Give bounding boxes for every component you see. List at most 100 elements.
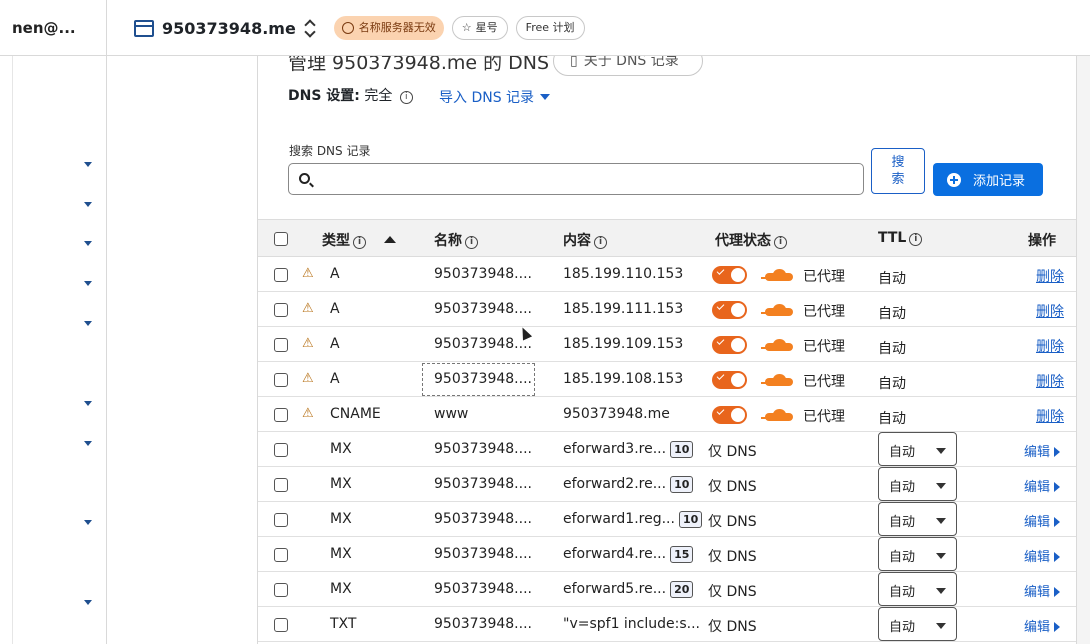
ttl-select[interactable]: 自动: [878, 502, 957, 536]
proxy-toggle[interactable]: [712, 371, 747, 389]
ttl-select[interactable]: 自动: [878, 537, 957, 571]
add-record-button[interactable]: 添加记录: [933, 163, 1043, 196]
warning-icon: ⚠: [302, 371, 314, 386]
info-icon[interactable]: i: [909, 233, 923, 246]
record-content-text: eforward2.re...: [563, 476, 667, 492]
delete-link[interactable]: 删除: [1036, 406, 1064, 426]
proxy-toggle[interactable]: [712, 266, 747, 284]
ttl-select[interactable]: 自动: [878, 467, 957, 501]
row-checkbox[interactable]: [274, 548, 288, 562]
record-name: 950373948....: [434, 266, 532, 282]
plan-badge[interactable]: Free 计划: [515, 16, 585, 40]
header-ttl-label: TTL: [878, 230, 907, 246]
import-dns-dropdown[interactable]: 导入 DNS 记录: [439, 87, 551, 107]
info-icon[interactable]: i: [594, 236, 607, 249]
sidebar-expand-icon[interactable]: [84, 600, 92, 605]
proxy-toggle[interactable]: [712, 336, 747, 354]
record-type: CNAME: [330, 406, 381, 422]
table-row[interactable]: ⚠ A 950373948.... 185.199.109.153 已代理 自动…: [258, 325, 1076, 362]
edit-link[interactable]: 编辑: [1024, 546, 1061, 565]
sidebar-expand-icon[interactable]: [84, 520, 92, 525]
edit-link[interactable]: 编辑: [1024, 511, 1061, 530]
info-icon[interactable]: i: [399, 91, 413, 104]
table-row[interactable]: TXT 950373948.... "v=spf1 include:s... 仅…: [258, 607, 1076, 642]
row-checkbox[interactable]: [274, 303, 288, 317]
star-button[interactable]: ☆ 星号: [451, 16, 508, 40]
record-type: MX: [330, 441, 352, 457]
sort-ascending-icon[interactable]: [384, 236, 396, 243]
row-checkbox[interactable]: [274, 268, 288, 282]
delete-link[interactable]: 删除: [1036, 371, 1064, 391]
delete-link[interactable]: 删除: [1036, 266, 1064, 286]
table-row[interactable]: MX 950373948.... eforward1.reg... 10 仅 DN…: [258, 502, 1076, 537]
search-label: 搜索 DNS 记录: [289, 144, 371, 158]
warning-icon: ⚠: [302, 301, 314, 316]
edit-link[interactable]: 编辑: [1024, 581, 1061, 600]
row-checkbox[interactable]: [274, 443, 288, 457]
sidebar-expand-icon[interactable]: [84, 281, 92, 286]
sidebar-expand-icon[interactable]: [84, 401, 92, 406]
record-content: eforward1.reg... 10: [563, 511, 703, 528]
table-row[interactable]: MX 950373948.... eforward4.re... 15 仅 DNS…: [258, 537, 1076, 572]
edit-link[interactable]: 编辑: [1024, 476, 1061, 495]
ttl-select[interactable]: 自动: [878, 432, 957, 466]
account-name[interactable]: nen@...: [0, 0, 107, 56]
table-row[interactable]: ⚠ A 950373948.... 185.199.110.153 已代理 自动…: [258, 257, 1076, 292]
header-proxy-label: 代理状态: [715, 233, 771, 249]
table-row[interactable]: ⚠ A 950373948.... 185.199.108.153 已代理 自动…: [258, 362, 1076, 397]
edit-label: 编辑: [1024, 515, 1051, 530]
priority-badge: 10: [670, 441, 694, 458]
proxy-status: 仅 DNS: [708, 444, 757, 460]
proxy-toggle[interactable]: [712, 406, 747, 424]
record-name[interactable]: 950373948....: [434, 371, 532, 387]
proxy-toggle[interactable]: [712, 301, 747, 319]
caret-right-icon: [1054, 517, 1061, 527]
search-button[interactable]: 搜索: [871, 148, 925, 194]
ttl-select[interactable]: 自动: [878, 607, 957, 641]
row-checkbox[interactable]: [274, 583, 288, 597]
select-all-checkbox[interactable]: [274, 232, 288, 246]
dns-panel: 管理 950373948.me 的 DNS ▯ 关于 DNS 记录 DNS 设置:…: [257, 56, 1077, 644]
edit-link[interactable]: 编辑: [1024, 616, 1061, 635]
delete-link[interactable]: 删除: [1036, 301, 1064, 321]
info-icon[interactable]: i: [353, 236, 366, 249]
table-row[interactable]: ⚠ CNAME www 950373948.me 已代理 自动 删除: [258, 397, 1076, 432]
row-checkbox[interactable]: [274, 338, 288, 352]
about-dns-button[interactable]: ▯ 关于 DNS 记录: [553, 56, 703, 76]
proxy-status: 仅 DNS: [708, 619, 757, 635]
nameserver-status-badge[interactable]: 名称服务器无效: [333, 16, 444, 40]
proxy-status: 已代理: [803, 304, 845, 320]
table-row[interactable]: MX 950373948.... eforward2.re... 10 仅 DNS…: [258, 467, 1076, 502]
header-type[interactable]: 类型 i: [322, 230, 396, 250]
delete-link[interactable]: 删除: [1036, 336, 1064, 356]
record-type: MX: [330, 476, 352, 492]
site-domain[interactable]: 950373948.me: [162, 19, 296, 38]
row-checkbox[interactable]: [274, 408, 288, 422]
info-icon[interactable]: i: [465, 236, 478, 249]
row-checkbox[interactable]: [274, 513, 288, 527]
priority-badge: 10: [670, 476, 694, 493]
edit-link[interactable]: 编辑: [1024, 441, 1061, 460]
cloud-icon: [761, 339, 795, 351]
chevron-up-down-icon[interactable]: [304, 19, 316, 37]
table-row[interactable]: MX 950373948.... eforward5.re... 20 仅 DNS…: [258, 572, 1076, 607]
table-row[interactable]: MX 950373948.... eforward3.re... 10 仅 DNS…: [258, 432, 1076, 467]
site-selector[interactable]: 950373948.me 名称服务器无效 ☆ 星号 Free 计划: [134, 15, 593, 41]
sidebar-expand-icon[interactable]: [84, 162, 92, 167]
add-record-label: 添加记录: [973, 174, 1026, 189]
search-input[interactable]: [288, 163, 864, 195]
ttl-select[interactable]: 自动: [878, 572, 957, 606]
header-name: 名称 i: [434, 230, 478, 250]
sidebar-expand-icon[interactable]: [84, 441, 92, 446]
browser-window-icon: [134, 19, 154, 37]
sidebar-expand-icon[interactable]: [84, 321, 92, 326]
info-icon[interactable]: i: [774, 236, 787, 249]
cloud-icon: [761, 269, 795, 281]
sidebar-expand-icon[interactable]: [84, 241, 92, 246]
row-checkbox[interactable]: [274, 373, 288, 387]
record-type: MX: [330, 546, 352, 562]
row-checkbox[interactable]: [274, 618, 288, 632]
row-checkbox[interactable]: [274, 478, 288, 492]
sidebar-expand-icon[interactable]: [84, 202, 92, 207]
table-row[interactable]: ⚠ A 950373948.... 185.199.111.153 已代理 自动…: [258, 292, 1076, 327]
